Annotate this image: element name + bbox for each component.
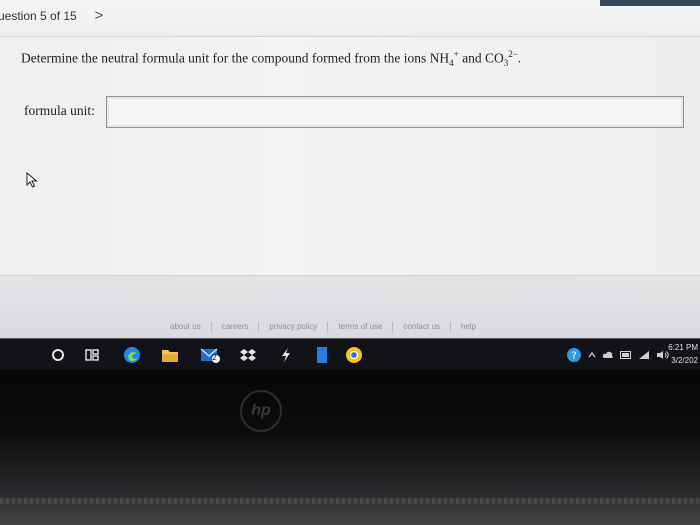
- next-question-button[interactable]: >: [90, 6, 108, 26]
- ion2-superscript: 2−: [508, 49, 518, 59]
- windows-taskbar: 2 ? 6:21 PM 3/2/202: [0, 339, 700, 370]
- task-view-icon[interactable]: [82, 345, 102, 365]
- cloud-icon[interactable]: [602, 351, 614, 359]
- footer-link-help[interactable]: help: [451, 322, 486, 332]
- clock-time: 6:21 PM: [668, 343, 698, 352]
- ion1-subscript: 4: [449, 58, 454, 69]
- mouse-cursor-icon: [26, 172, 38, 188]
- footer-link-about[interactable]: about us: [160, 322, 212, 332]
- footer: about us careers privacy policy terms of…: [0, 276, 700, 338]
- formula-unit-input[interactable]: [106, 96, 684, 128]
- edge-icon[interactable]: [122, 345, 142, 365]
- laptop-bezel: hp: [0, 370, 700, 525]
- ion2-subscript: 3: [503, 58, 509, 69]
- file-explorer-icon[interactable]: [160, 345, 180, 365]
- mail-icon[interactable]: 2: [200, 345, 220, 365]
- footer-links: about us careers privacy policy terms of…: [160, 322, 486, 332]
- question-panel: Determine the neutral formula unit for t…: [0, 37, 700, 276]
- chrome-icon[interactable]: [344, 345, 364, 365]
- question-nav-bar: uestion 5 of 15 >: [0, 0, 700, 37]
- top-right-tab: [600, 0, 700, 6]
- footer-link-careers[interactable]: careers: [212, 322, 260, 332]
- footer-link-terms[interactable]: terms of use: [328, 322, 394, 332]
- question-middle: and CO: [458, 50, 504, 66]
- start-circle-icon[interactable]: [48, 345, 68, 365]
- svg-text:?: ?: [571, 351, 576, 362]
- dropbox-icon[interactable]: [238, 345, 258, 365]
- mail-badge: 2: [212, 353, 218, 362]
- battery-icon[interactable]: [620, 351, 632, 359]
- clock[interactable]: 6:21 PM 3/2/202: [668, 341, 698, 367]
- screen-photo: uestion 5 of 15 > Determine the neutral …: [0, 0, 700, 525]
- app-icon[interactable]: [276, 345, 296, 365]
- question-suffix: .: [517, 50, 522, 66]
- footer-link-privacy[interactable]: privacy policy: [259, 322, 329, 332]
- help-icon[interactable]: ?: [566, 347, 582, 363]
- clock-date: 3/2/202: [671, 356, 698, 365]
- footer-link-contact[interactable]: contact us: [393, 322, 451, 332]
- app-blue-icon[interactable]: [312, 345, 332, 365]
- hp-logo: hp: [240, 390, 282, 432]
- question-prefix: Determine the neutral formula unit for t…: [21, 50, 450, 66]
- chevron-up-icon[interactable]: [588, 351, 596, 359]
- wifi-icon[interactable]: [638, 350, 650, 360]
- question-text: Determine the neutral formula unit for t…: [21, 49, 521, 68]
- system-tray: ?: [566, 344, 670, 366]
- question-counter: uestion 5 of 15: [0, 9, 77, 23]
- formula-unit-label: formula unit:: [24, 103, 95, 118]
- laptop-hinge: [0, 498, 700, 504]
